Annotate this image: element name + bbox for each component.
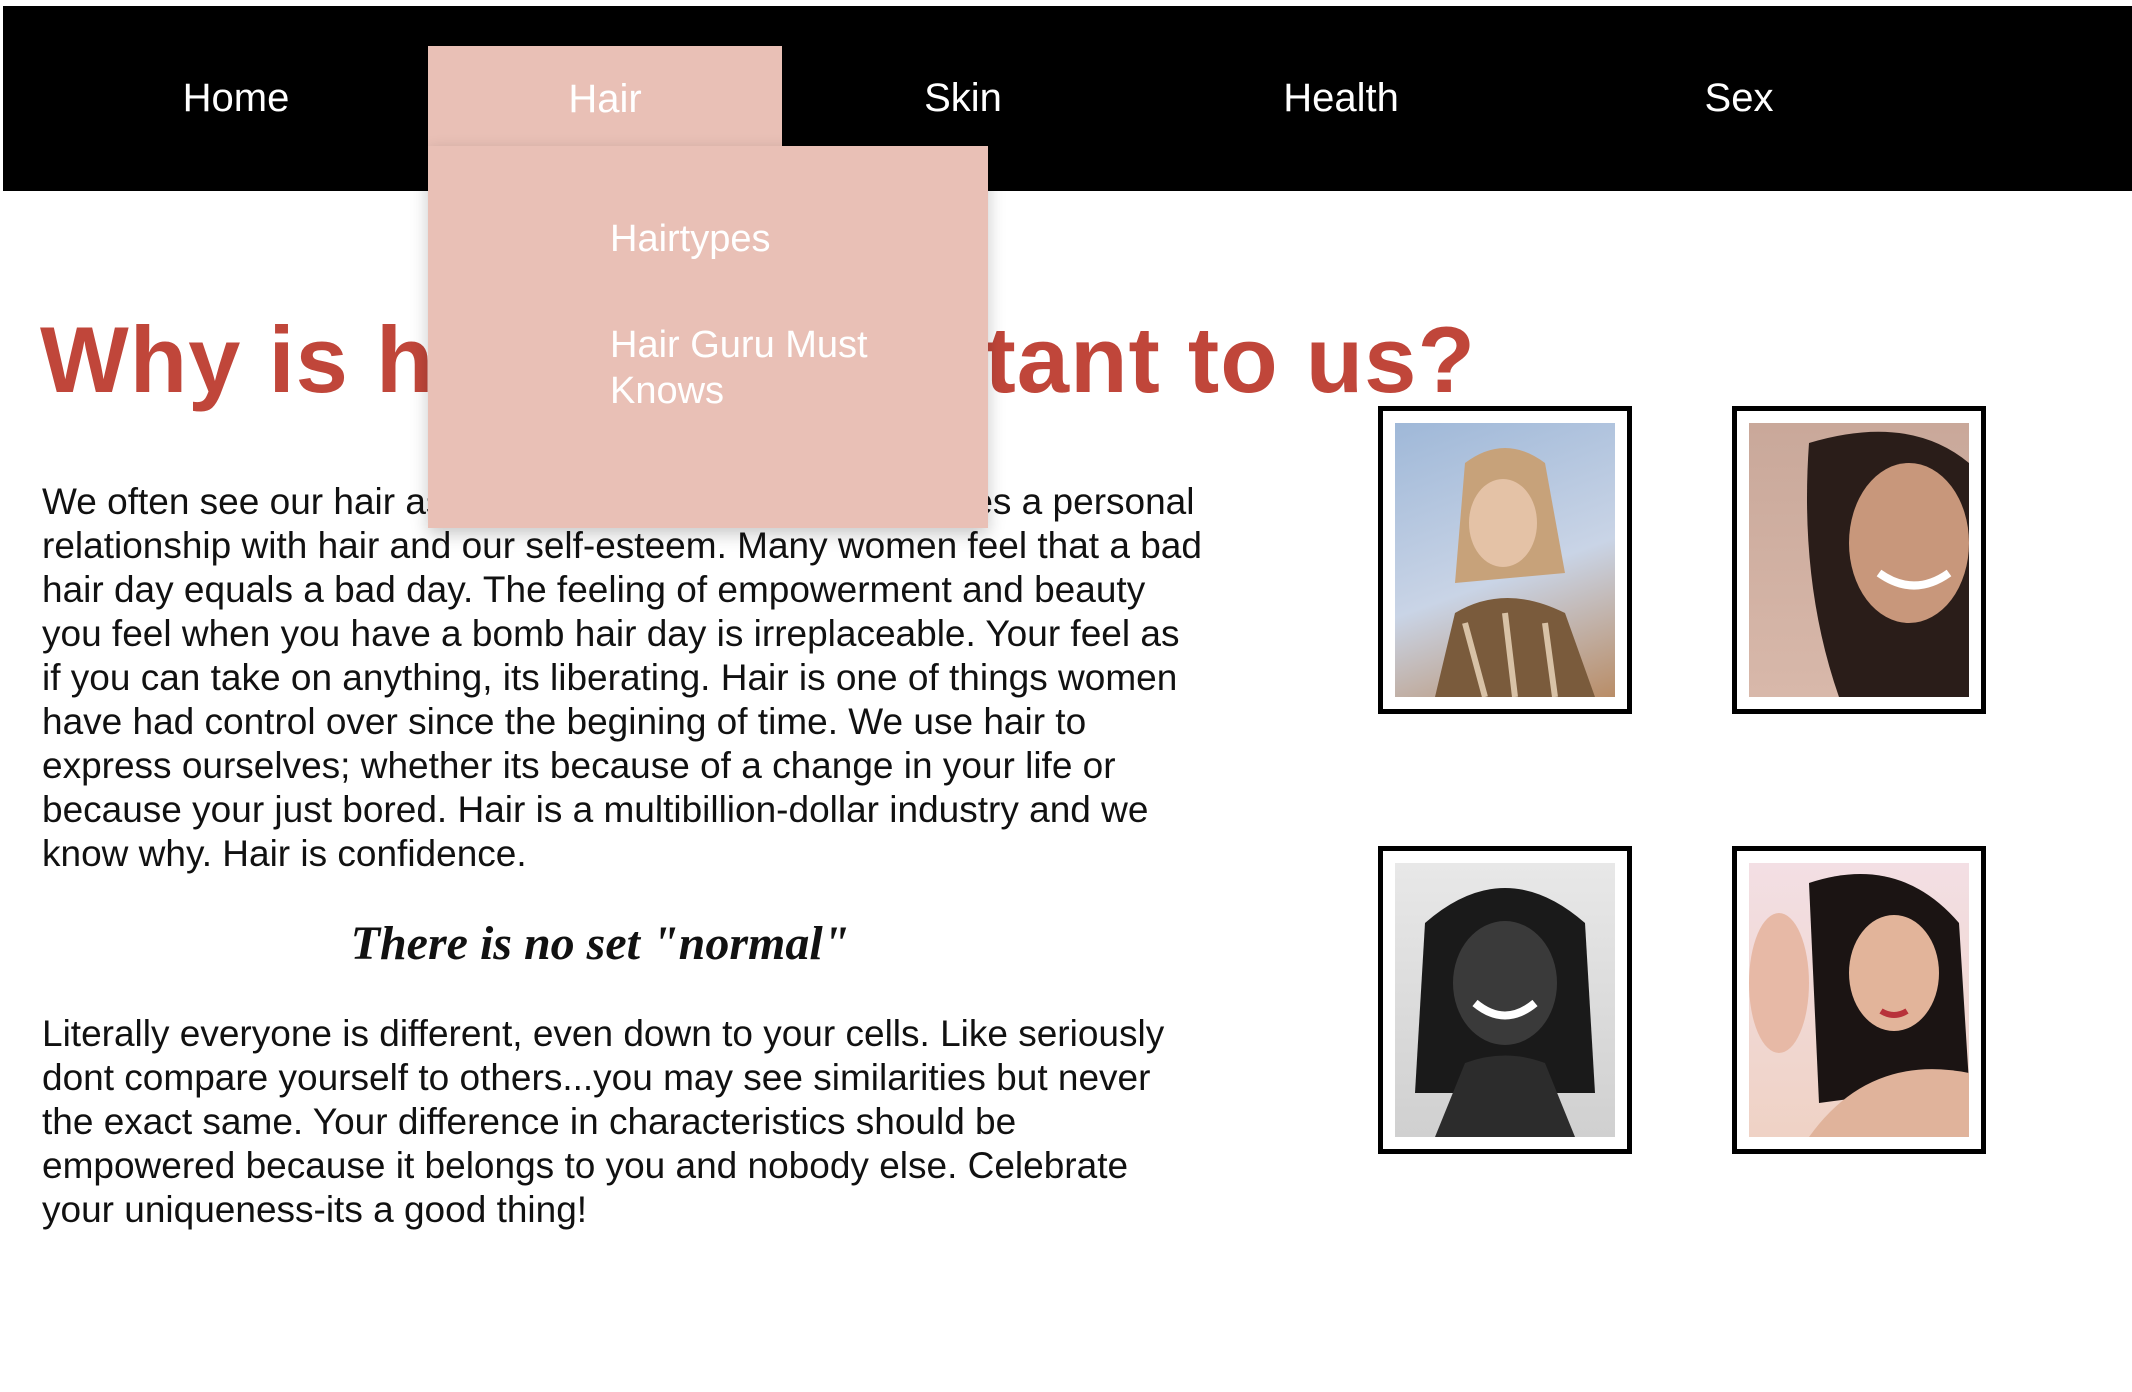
photo-frame [1732, 406, 1986, 714]
nav-health[interactable]: Health [1153, 6, 1529, 191]
hair-dropdown-menu: Hairtypes Hair Guru Must Knows [428, 146, 988, 528]
woman-portrait-image [1395, 423, 1615, 697]
page: Home Skin Health Sex Hair Why is hair so… [0, 0, 2132, 1392]
photo-frame [1732, 846, 1986, 1154]
dropdown-item-hair-guru[interactable]: Hair Guru Must Knows [610, 322, 910, 414]
quote-heading: There is no set "normal" [350, 917, 850, 970]
woman-smiling-image [1749, 423, 1969, 697]
woman-braids-image [1395, 863, 1615, 1137]
nav-sex[interactable]: Sex [1529, 6, 1949, 191]
intro-paragraph: We often see our hair as something that … [42, 481, 1202, 874]
difference-paragraph: Literally everyone is different, even do… [42, 1013, 1165, 1230]
photo-frame [1378, 846, 1632, 1154]
nav-hair[interactable]: Hair [428, 46, 782, 146]
nav-home[interactable]: Home [3, 6, 469, 191]
two-women-image [1749, 863, 1969, 1137]
top-navigation-bar: Home Skin Health Sex [3, 6, 2132, 191]
dropdown-item-hairtypes[interactable]: Hairtypes [610, 216, 910, 262]
photo-frame [1378, 406, 1632, 714]
